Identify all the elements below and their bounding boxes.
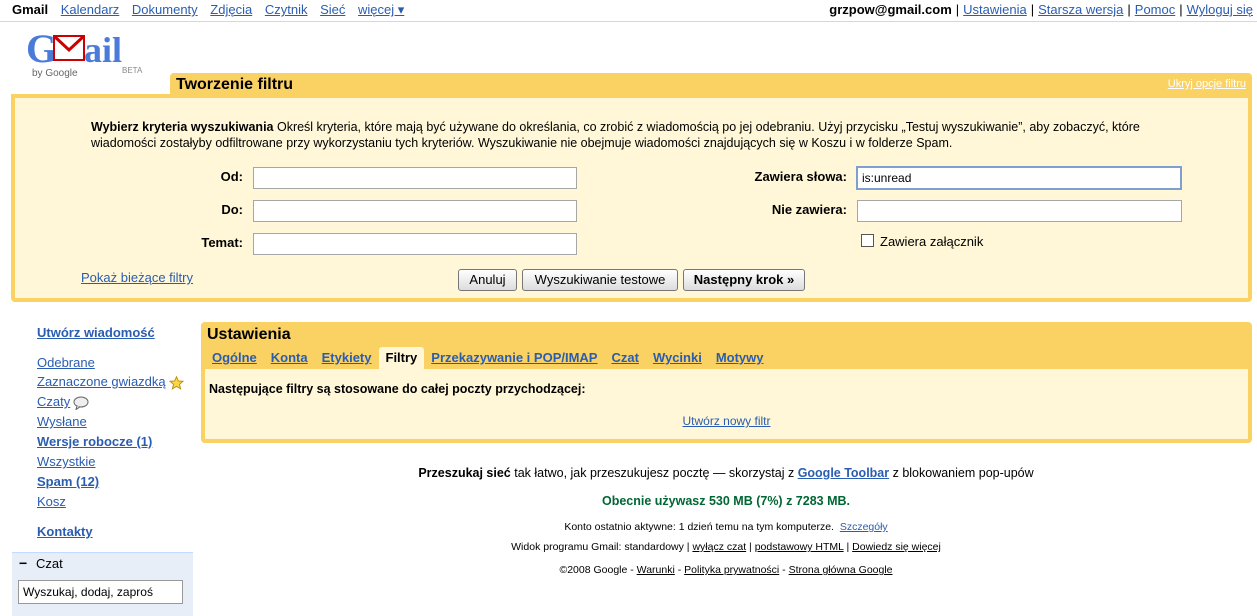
chat-off-link[interactable]: wyłącz czat	[692, 541, 746, 553]
sidebar-item-drafts[interactable]: Wersje robocze (1)	[37, 434, 152, 449]
tab-chat[interactable]: Czat	[604, 347, 645, 369]
last-activity: Konto ostatnio aktywne: 1 dzień temu na …	[200, 521, 1252, 533]
criteria-description: Wybierz kryteria wyszukiwania Określ kry…	[91, 119, 1191, 151]
criteria-heading: Wybierz kryteria wyszukiwania	[91, 120, 274, 134]
google-home-link[interactable]: Strona główna Google	[789, 564, 893, 576]
sidebar-item-contacts[interactable]: Kontakty	[37, 524, 93, 539]
filter-header: Tworzenie filtru Ukryj opcje filtru	[170, 73, 1252, 95]
tab-forwarding[interactable]: Przekazywanie i POP/IMAP	[424, 347, 604, 369]
chat-title[interactable]: Czat	[36, 556, 63, 571]
tab-themes[interactable]: Motywy	[709, 347, 771, 369]
chat-collapse-icon[interactable]: −	[19, 555, 27, 571]
cancel-button[interactable]: Anuluj	[458, 269, 517, 291]
storage-usage: Obecnie używasz 530 MB (7%) z 7283 MB.	[601, 494, 850, 508]
basic-html-link[interactable]: podstawowy HTML	[755, 541, 844, 553]
search-web-text: Przeszukaj sieć	[418, 466, 511, 480]
promo-text: tak łatwo, jak przeszukujesz pocztę — sk…	[510, 466, 798, 480]
to-label: Do:	[221, 202, 243, 217]
has-words-input[interactable]	[856, 166, 1182, 190]
toolbar-promo: Przeszukaj sieć tak łatwo, jak przeszuku…	[200, 466, 1252, 480]
create-new-filter-link[interactable]: Utwórz nowy filtr	[682, 414, 770, 428]
has-attachment-checkbox[interactable]	[861, 234, 874, 247]
sidebar-item-starred[interactable]: Zaznaczone gwiazdką	[37, 374, 166, 389]
top-nav-photos[interactable]: Zdjęcia	[210, 2, 252, 17]
logo-ail: ail	[84, 30, 122, 70]
separator: |	[1030, 2, 1035, 17]
top-nav-calendar[interactable]: Kalendarz	[61, 2, 120, 17]
filter-title: Tworzenie filtru	[176, 76, 294, 93]
next-step-button[interactable]: Następny krok »	[683, 269, 805, 291]
to-input[interactable]	[253, 200, 577, 222]
has-words-label: Zawiera słowa:	[754, 169, 847, 184]
tab-accounts[interactable]: Konta	[264, 347, 315, 369]
settings-body: Następujące filtry są stosowane do całej…	[205, 369, 1248, 439]
sidebar-item-chats[interactable]: Czaty	[37, 394, 70, 409]
settings-link[interactable]: Ustawienia	[963, 2, 1027, 17]
google-toolbar-link[interactable]: Google Toolbar	[798, 466, 889, 480]
chat-panel: − Czat	[12, 552, 193, 616]
sidebar-item-trash[interactable]: Kosz	[37, 494, 66, 509]
details-link[interactable]: Szczegóły	[840, 521, 888, 533]
compose-link[interactable]: Utwórz wiadomość	[37, 325, 155, 340]
privacy-link[interactable]: Polityka prywatności	[684, 564, 779, 576]
older-version-link[interactable]: Starsza wersja	[1038, 2, 1123, 17]
copyright-text: ©2008 Google -	[559, 564, 637, 576]
chat-search-input[interactable]	[18, 580, 183, 604]
star-icon	[168, 375, 184, 390]
logo-beta: BETA	[122, 66, 143, 75]
sidebar-item-inbox[interactable]: Odebrane	[37, 355, 95, 370]
from-label: Od:	[220, 169, 243, 184]
help-link[interactable]: Pomoc	[1135, 2, 1175, 17]
doesnt-have-input[interactable]	[857, 200, 1182, 222]
tab-filters[interactable]: Filtry	[378, 347, 425, 369]
copyright-line: ©2008 Google - Warunki - Polityka prywat…	[559, 564, 893, 576]
terms-link[interactable]: Warunki	[637, 564, 675, 576]
tab-labels[interactable]: Etykiety	[315, 347, 379, 369]
filter-panel-body: Wybierz kryteria wyszukiwania Określ kry…	[15, 98, 1248, 298]
gmail-logo-icon: G ail by Google BETA	[26, 26, 143, 79]
logo-by-google: by Google	[32, 68, 78, 79]
sign-out-link[interactable]: Wyloguj się	[1187, 2, 1253, 17]
separator: |	[1179, 2, 1183, 17]
from-input[interactable]	[253, 167, 577, 189]
top-nav-docs[interactable]: Dokumenty	[132, 2, 198, 17]
account-email: grzpow@gmail.com	[829, 2, 952, 17]
separator: |	[1127, 2, 1131, 17]
settings-tabs: Ogólne Konta Etykiety Filtry Przekazywanie i…	[205, 347, 771, 369]
view-text: Widok programu Gmail: standardowy |	[511, 541, 693, 553]
top-nav-web[interactable]: Sieć	[320, 2, 345, 17]
separator: |	[955, 2, 960, 17]
sidebar-item-sent[interactable]: Wysłane	[37, 414, 87, 429]
filter-panel: Wybierz kryteria wyszukiwania Określ kry…	[11, 94, 1252, 302]
sidebar-item-spam[interactable]: Spam (12)	[37, 474, 99, 489]
hide-filter-options-link[interactable]: Ukryj opcje filtru	[1168, 78, 1246, 90]
filters-description: Następujące filtry są stosowane do całej…	[209, 382, 586, 396]
show-current-filters-link[interactable]: Pokaż bieżące filtry	[81, 270, 193, 285]
top-bar: Gmail Kalendarz Dokumenty Zdjęcia Czytni…	[0, 0, 1257, 22]
sidebar-item-all-mail[interactable]: Wszystkie	[37, 454, 96, 469]
envelope-icon	[52, 34, 86, 61]
top-nav-reader[interactable]: Czytnik	[265, 2, 308, 17]
settings-title: Ustawienia	[207, 326, 291, 343]
has-attachment-label[interactable]: Zawiera załącznik	[880, 234, 983, 249]
last-activity-text: Konto ostatnio aktywne: 1 dzień temu na …	[564, 521, 834, 533]
settings-panel: Ustawienia Ogólne Konta Etykiety Filtry Prze…	[201, 322, 1252, 443]
chat-bubble-icon	[73, 396, 89, 410]
gmail-logo[interactable]: G ail by Google BETA	[24, 26, 156, 86]
tab-general[interactable]: Ogólne	[205, 347, 264, 369]
subject-input[interactable]	[253, 233, 577, 255]
view-options: Widok programu Gmail: standardowy | wyłą…	[511, 541, 941, 553]
learn-more-link[interactable]: Dowiedz się więcej	[852, 541, 941, 553]
top-nav-gmail[interactable]: Gmail	[12, 2, 48, 17]
top-nav: Gmail Kalendarz Dokumenty Zdjęcia Czytni…	[12, 2, 413, 18]
subject-label: Temat:	[201, 235, 243, 250]
doesnt-have-label: Nie zawiera:	[771, 202, 847, 217]
top-nav-more[interactable]: więcej ▾	[358, 2, 404, 17]
test-search-button[interactable]: Wyszukiwanie testowe	[522, 269, 678, 291]
logo-g: G	[26, 26, 57, 71]
promo-tail: z blokowaniem pop-upów	[889, 466, 1034, 480]
tab-web-clips[interactable]: Wycinki	[646, 347, 709, 369]
account-links: grzpow@gmail.com | Ustawienia | Starsza wers…	[829, 2, 1253, 17]
